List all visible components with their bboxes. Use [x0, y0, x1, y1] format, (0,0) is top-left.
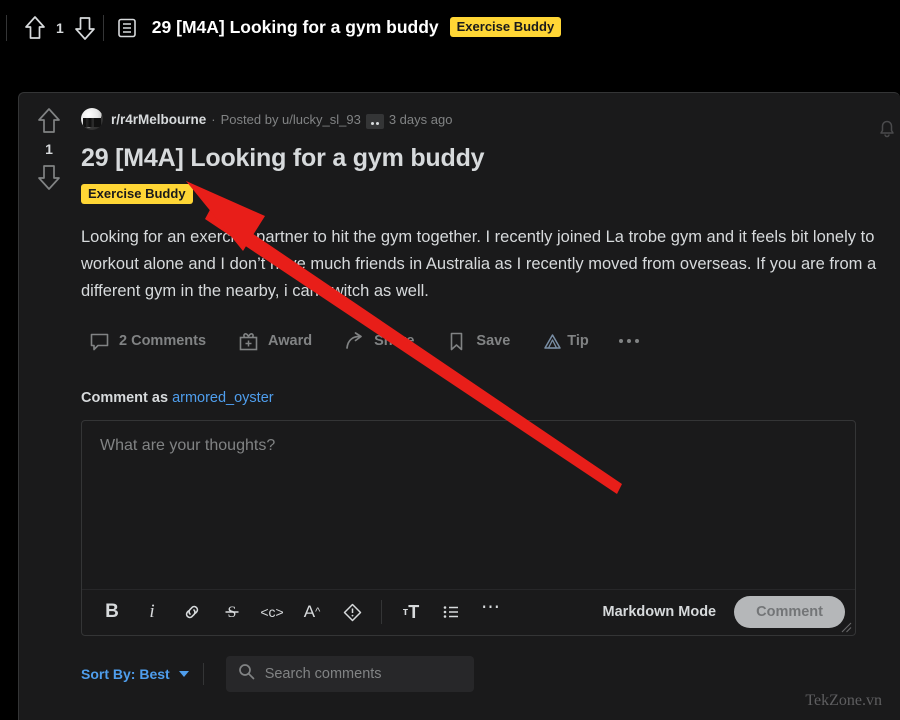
- tip-triangle-icon: [542, 331, 563, 352]
- comment-editor: What are your thoughts? B i S <c> A^: [81, 419, 856, 636]
- meta-separator: ·: [211, 111, 216, 127]
- author-badge-icon[interactable]: [365, 113, 384, 129]
- search-icon: [238, 663, 255, 684]
- comment-bubble-icon: [89, 331, 110, 352]
- post-flair[interactable]: Exercise Buddy: [81, 184, 193, 204]
- reddit-post-page: 1 29 [M4A] Looking for a gym buddy Exerc…: [0, 0, 900, 720]
- tip-label: Tip: [567, 333, 589, 350]
- comments-button[interactable]: 2 Comments: [81, 327, 214, 356]
- spoiler-icon[interactable]: [332, 592, 372, 632]
- heading-icon[interactable]: тT: [391, 592, 431, 632]
- gift-award-icon: [238, 331, 259, 352]
- card-view-icon[interactable]: [116, 17, 138, 39]
- inline-code-icon[interactable]: <c>: [252, 592, 292, 632]
- share-button[interactable]: Share: [336, 327, 422, 356]
- post-score: 1: [45, 141, 53, 157]
- save-button[interactable]: Save: [438, 327, 518, 356]
- comment-as-label: Comment as: [81, 389, 169, 406]
- upvote-arrow-icon[interactable]: [36, 107, 62, 135]
- sticky-post-header: 1 29 [M4A] Looking for a gym buddy Exerc…: [0, 0, 900, 55]
- sort-by-dropdown[interactable]: Sort By: Best: [81, 666, 189, 682]
- header-score: 1: [56, 19, 64, 36]
- link-icon[interactable]: [172, 592, 212, 632]
- bookmark-icon: [446, 331, 467, 352]
- downvote-arrow-icon[interactable]: [73, 15, 97, 41]
- header-post-flair[interactable]: Exercise Buddy: [449, 16, 562, 37]
- header-vote-group: 1: [13, 15, 97, 41]
- header-divider-right: [102, 14, 104, 41]
- superscript-icon[interactable]: A ^: [292, 592, 332, 632]
- tip-button[interactable]: Tip: [534, 327, 596, 356]
- strikethrough-icon[interactable]: S: [212, 592, 252, 632]
- post-action-bar: 2 Comments Award Share Save Tip: [81, 327, 880, 356]
- bell-icon[interactable]: [874, 115, 900, 141]
- post-timestamp: 3 days ago: [388, 111, 453, 127]
- bold-icon[interactable]: B: [92, 592, 132, 632]
- share-label: Share: [374, 333, 415, 350]
- share-arrow-icon: [344, 331, 365, 352]
- subreddit-avatar[interactable]: [81, 108, 103, 130]
- post-title: 29 [M4A] Looking for a gym buddy: [81, 144, 485, 172]
- search-comments-input[interactable]: Search comments: [225, 655, 474, 692]
- upvote-arrow-icon[interactable]: [23, 15, 47, 41]
- comment-as-row: Comment as armored_oyster: [81, 390, 880, 406]
- bulleted-list-icon[interactable]: [431, 592, 471, 632]
- post-flair-row: Exercise Buddy: [81, 184, 880, 204]
- controls-divider: [202, 662, 204, 685]
- more-horizontal-icon[interactable]: [613, 335, 645, 347]
- search-comments-placeholder: Search comments: [264, 665, 382, 682]
- award-button[interactable]: Award: [230, 327, 320, 356]
- post-card: 1 r/r4rMelbourne · Posted by u/lucky_sl_…: [18, 92, 900, 720]
- comment-as-username[interactable]: armored_oyster: [172, 390, 274, 406]
- comment-textarea[interactable]: What are your thoughts?: [82, 421, 855, 589]
- post-content: r/r4rMelbourne · Posted by u/lucky_sl_93…: [81, 93, 900, 692]
- subreddit-link[interactable]: r/r4rMelbourne: [111, 112, 206, 127]
- markdown-mode-toggle[interactable]: Markdown Mode: [603, 604, 717, 620]
- post-vote-column: 1: [19, 93, 79, 191]
- save-label: Save: [476, 333, 511, 350]
- chevron-down-icon: [178, 670, 189, 677]
- post-meta: r/r4rMelbourne · Posted by u/lucky_sl_93…: [81, 107, 880, 131]
- post-body-text: Looking for an exercise partner to hit t…: [81, 228, 877, 300]
- downvote-arrow-icon[interactable]: [36, 163, 62, 191]
- header-post-title[interactable]: 29 [M4A] Looking for a gym buddy: [152, 17, 439, 38]
- toolbar-divider: [381, 600, 382, 625]
- post-author[interactable]: Posted by u/lucky_sl_93: [221, 112, 361, 127]
- award-label: Award: [268, 333, 313, 350]
- watermark: TekZone.vn: [805, 692, 882, 709]
- comments-controls: Sort By: Best Search comments: [81, 655, 880, 692]
- submit-comment-button[interactable]: Comment: [734, 596, 845, 629]
- italic-icon[interactable]: i: [132, 592, 172, 632]
- sort-by-label: Sort By: Best: [81, 665, 170, 682]
- header-divider-left: [6, 14, 7, 41]
- more-options-icon[interactable]: ⋯: [471, 587, 511, 627]
- comments-label: 2 Comments: [119, 333, 207, 350]
- editor-toolbar: B i S <c> A^ тT: [82, 587, 855, 635]
